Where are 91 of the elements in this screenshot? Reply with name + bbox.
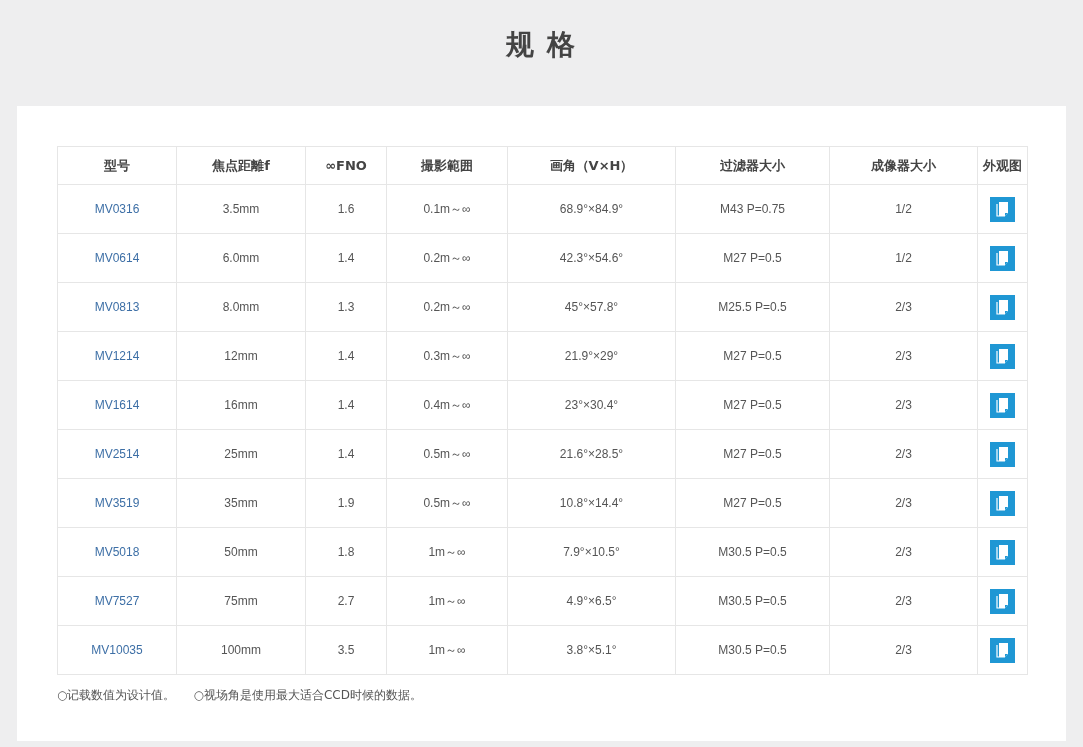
table-cell: 7.9°×10.5°	[507, 527, 676, 577]
column-header: 撮影範囲	[386, 146, 508, 185]
document-icon[interactable]	[990, 490, 1015, 516]
column-header: ∞FNO	[305, 146, 387, 185]
table-cell: 68.9°×84.9°	[507, 184, 676, 234]
column-header: 型号	[57, 146, 177, 185]
table-cell: M27 P=0.5	[675, 478, 830, 528]
table-cell: 21.6°×28.5°	[507, 429, 676, 479]
document-icon[interactable]	[990, 343, 1015, 369]
table-cell: 21.9°×29°	[507, 331, 676, 381]
table-cell: 2/3	[829, 478, 978, 528]
table-cell: M27 P=0.5	[675, 429, 830, 479]
model-link[interactable]: MV7527	[94, 594, 140, 608]
table-cell: 0.5m～∞	[386, 478, 508, 528]
column-header: 画角（V×H）	[507, 146, 676, 185]
table-cell: M43 P=0.75	[675, 184, 830, 234]
model-link[interactable]: MV2514	[94, 447, 140, 461]
table-cell: 0.2m～∞	[386, 233, 508, 283]
document-icon[interactable]	[990, 294, 1015, 320]
table-cell: 1m～∞	[386, 527, 508, 577]
document-icon[interactable]	[990, 637, 1015, 663]
table-cell: 1.9	[305, 478, 387, 528]
table-cell: 16mm	[176, 380, 306, 430]
table-cell: 50mm	[176, 527, 306, 577]
model-link[interactable]: MV0813	[94, 300, 140, 314]
table-cell: 2/3	[829, 380, 978, 430]
table-cell: 2/3	[829, 576, 978, 626]
table-cell: M30.5 P=0.5	[675, 527, 830, 577]
table-cell: 1m～∞	[386, 576, 508, 626]
document-icon[interactable]	[990, 245, 1015, 271]
table-cell: 8.0mm	[176, 282, 306, 332]
model-link[interactable]: MV3519	[94, 496, 140, 510]
document-icon[interactable]	[990, 196, 1015, 222]
document-icon[interactable]	[990, 392, 1015, 418]
model-link[interactable]: MV1614	[94, 398, 140, 412]
document-icon[interactable]	[990, 441, 1015, 467]
table-cell: M27 P=0.5	[675, 331, 830, 381]
table-cell: 10.8°×14.4°	[507, 478, 676, 528]
table-cell: 2/3	[829, 527, 978, 577]
table-cell: 25mm	[176, 429, 306, 479]
model-link[interactable]: MV0316	[94, 202, 140, 216]
column-header: 过滤器大小	[675, 146, 830, 185]
column-header: 成像器大小	[829, 146, 978, 185]
column-header: 外观图	[977, 146, 1028, 185]
document-icon[interactable]	[990, 539, 1015, 565]
model-link[interactable]: MV1214	[94, 349, 140, 363]
model-link[interactable]: MV0614	[94, 251, 140, 265]
table-cell: 12mm	[176, 331, 306, 381]
table-cell: 0.2m～∞	[386, 282, 508, 332]
footnote: ○视场角是使用最大适合CCD时候的数据。	[193, 687, 422, 704]
table-cell: 6.0mm	[176, 233, 306, 283]
table-cell: 1.6	[305, 184, 387, 234]
table-cell: 3.8°×5.1°	[507, 625, 676, 675]
model-link[interactable]: MV10035	[91, 643, 143, 657]
table-cell: M25.5 P=0.5	[675, 282, 830, 332]
table-cell: 23°×30.4°	[507, 380, 676, 430]
table-cell: M30.5 P=0.5	[675, 576, 830, 626]
page-title: 规 格	[505, 27, 578, 63]
table-cell: 75mm	[176, 576, 306, 626]
table-cell: 35mm	[176, 478, 306, 528]
table-cell: 1/2	[829, 184, 978, 234]
table-cell: 2.7	[305, 576, 387, 626]
table-cell: 2/3	[829, 282, 978, 332]
table-cell: 2/3	[829, 429, 978, 479]
table-cell: 45°×57.8°	[507, 282, 676, 332]
table-cell: 1.4	[305, 380, 387, 430]
table-cell: 100mm	[176, 625, 306, 675]
table-cell: 4.9°×6.5°	[507, 576, 676, 626]
table-cell: 3.5	[305, 625, 387, 675]
footnote: ○记载数值为设计值。	[57, 687, 176, 704]
table-cell: 1.4	[305, 429, 387, 479]
table-cell: M27 P=0.5	[675, 380, 830, 430]
table-cell: 0.3m～∞	[386, 331, 508, 381]
table-cell: 2/3	[829, 625, 978, 675]
document-icon[interactable]	[990, 588, 1015, 614]
table-cell: 2/3	[829, 331, 978, 381]
table-cell: 1/2	[829, 233, 978, 283]
table-cell: 3.5mm	[176, 184, 306, 234]
table-cell: 1.4	[305, 233, 387, 283]
table-cell: 1.4	[305, 331, 387, 381]
table-cell: M30.5 P=0.5	[675, 625, 830, 675]
table-cell: 1.3	[305, 282, 387, 332]
table-cell: 0.1m～∞	[386, 184, 508, 234]
table-cell: M27 P=0.5	[675, 233, 830, 283]
table-cell: 1.8	[305, 527, 387, 577]
table-cell: 0.5m～∞	[386, 429, 508, 479]
column-header: 焦点距離f	[176, 146, 306, 185]
table-cell: 1m～∞	[386, 625, 508, 675]
table-cell: 42.3°×54.6°	[507, 233, 676, 283]
model-link[interactable]: MV5018	[94, 545, 140, 559]
table-cell: 0.4m～∞	[386, 380, 508, 430]
